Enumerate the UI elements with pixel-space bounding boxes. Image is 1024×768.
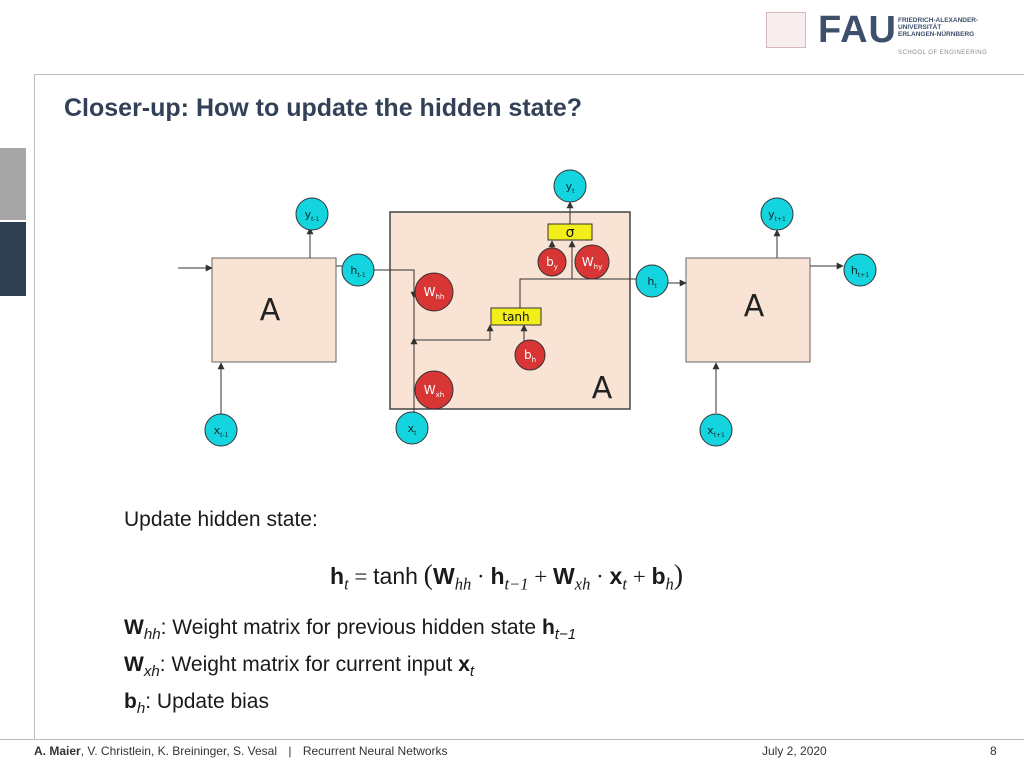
formula-equals: = bbox=[354, 564, 368, 589]
def-whh-text: : Weight matrix for previous hidden stat… bbox=[160, 616, 542, 639]
university-line-1: FRIEDRICH-ALEXANDER- bbox=[898, 17, 979, 24]
formula-plus1: + bbox=[534, 564, 548, 589]
def-whh-symbol: W bbox=[124, 616, 144, 639]
def-whh: Whh: Weight matrix for previous hidden s… bbox=[124, 616, 576, 643]
def-whh-ref-sub: t−1 bbox=[554, 626, 577, 644]
def-wxh-symbol: W bbox=[124, 653, 144, 676]
footer-date: July 2, 2020 bbox=[762, 744, 827, 758]
formula-h: h bbox=[330, 563, 345, 589]
side-tab-dark bbox=[0, 222, 26, 296]
def-bh: bh: Update bias bbox=[124, 690, 269, 717]
formula-b-sub: h bbox=[665, 574, 674, 594]
formula-plus2: + bbox=[632, 564, 646, 589]
x-next-node bbox=[699, 413, 733, 447]
formula-w1-sub: hh bbox=[454, 574, 472, 594]
def-wxh-ref: x bbox=[458, 653, 470, 676]
university-name: FRIEDRICH-ALEXANDER- UNIVERSITÄT ERLANGE… bbox=[898, 17, 988, 38]
university-line-2: UNIVERSITÄT bbox=[898, 24, 942, 31]
center-cell-label: A bbox=[592, 371, 613, 406]
footer-page-number: 8 bbox=[990, 744, 997, 758]
left-cell-label: A bbox=[260, 293, 281, 328]
formula-x: x bbox=[609, 563, 623, 589]
footer-course: Recurrent Neural Networks bbox=[302, 744, 448, 758]
tanh-gate-label: tanh bbox=[502, 310, 529, 324]
def-wxh-sub: xh bbox=[143, 663, 160, 681]
h-next-node bbox=[843, 253, 877, 287]
h-prev-node bbox=[341, 253, 375, 287]
side-tab-light bbox=[0, 148, 26, 220]
footer-lead-author: A. Maier bbox=[34, 744, 81, 758]
formula-x-sub: t bbox=[622, 574, 627, 594]
formula-hprev-sub: t−1 bbox=[504, 574, 529, 594]
formula-hprev: h bbox=[490, 563, 505, 589]
def-wxh: Wxh: Weight matrix for current input xt bbox=[124, 653, 474, 680]
right-cell-label: A bbox=[744, 289, 765, 324]
formula-b: b bbox=[651, 563, 666, 589]
school-name: SCHOOL OF ENGINEERING bbox=[898, 50, 988, 56]
y-prev-node bbox=[295, 197, 329, 231]
footer-coauthors: , V. Christlein, K. Breininger, S. Vesal bbox=[80, 744, 278, 758]
university-seal-icon bbox=[766, 12, 806, 48]
formula-w2-sub: xh bbox=[574, 574, 591, 594]
sigma-gate-label: σ bbox=[566, 225, 575, 241]
def-whh-ref: h bbox=[541, 616, 555, 639]
fau-logo: FAU bbox=[818, 9, 897, 51]
update-intro: Update hidden state: bbox=[124, 508, 318, 531]
formula-dot1: · bbox=[477, 564, 485, 589]
slide-title: Closer-up: How to update the hidden stat… bbox=[64, 94, 583, 122]
rnn-unrolled-diagram: A A A tanh σ yt-1 yt yt+1 ht-1 ht ht+1 x… bbox=[178, 169, 877, 447]
formula-close-paren: ) bbox=[673, 560, 684, 591]
def-bh-symbol: b bbox=[124, 690, 137, 713]
x-prev-node bbox=[204, 413, 238, 447]
def-bh-text: : Update bias bbox=[145, 690, 269, 713]
frame-left-rule bbox=[34, 74, 35, 739]
formula-w1: W bbox=[433, 563, 455, 589]
formula-h-sub: t bbox=[344, 574, 349, 594]
update-formula: ht = tanh (Whh · ht−1 + Wxh · xt + bh) bbox=[330, 560, 683, 595]
frame-top-rule bbox=[34, 74, 1024, 75]
frame-bottom-rule bbox=[0, 739, 1024, 740]
formula-w2: W bbox=[553, 563, 575, 589]
def-wxh-ref-sub: t bbox=[469, 663, 475, 681]
formula-dot2: · bbox=[596, 564, 604, 589]
def-whh-sub: hh bbox=[143, 626, 161, 644]
y-next-node bbox=[760, 197, 794, 231]
footer-separator: | bbox=[288, 744, 292, 758]
def-bh-sub: h bbox=[136, 700, 146, 718]
university-line-3: ERLANGEN-NÜRNBERG bbox=[898, 31, 975, 38]
formula-tanh: tanh bbox=[373, 563, 418, 589]
def-wxh-text: : Weight matrix for current input bbox=[159, 653, 459, 676]
formula-open-paren: ( bbox=[423, 560, 433, 591]
footer-authors: A. Maier, V. Christlein, K. Breininger, … bbox=[34, 744, 448, 758]
